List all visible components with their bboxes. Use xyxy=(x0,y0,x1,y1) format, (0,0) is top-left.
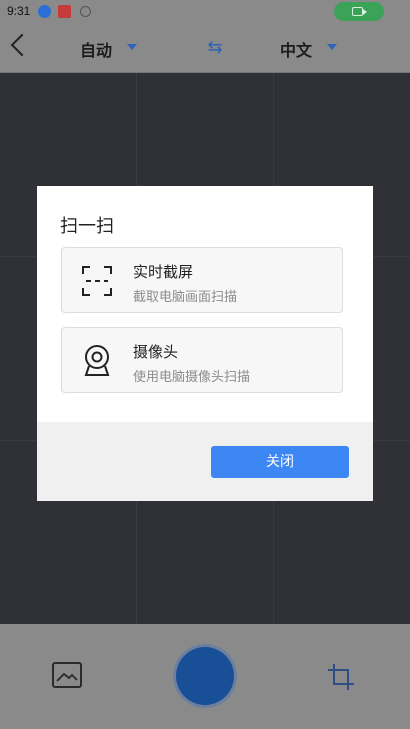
option-title: 实时截屏 xyxy=(133,263,194,281)
option-title: 摄像头 xyxy=(133,343,179,361)
scan-dialog: 扫一扫 实时截屏 截取电脑画面扫描 摄像头 使用电脑摄像头扫描 关闭 xyxy=(37,186,373,501)
dialog-title: 扫一扫 xyxy=(60,216,114,237)
screen-capture-option[interactable]: 实时截屏 截取电脑画面扫描 xyxy=(61,247,343,313)
dialog-footer: 关闭 xyxy=(37,422,373,501)
webcam-icon xyxy=(84,345,110,376)
webcam-option[interactable]: 摄像头 使用电脑摄像头扫描 xyxy=(61,327,343,393)
screen-capture-icon xyxy=(82,266,112,296)
option-subtitle: 使用电脑摄像头扫描 xyxy=(133,370,251,385)
close-button[interactable]: 关闭 xyxy=(211,446,349,478)
option-subtitle: 截取电脑画面扫描 xyxy=(133,290,238,305)
